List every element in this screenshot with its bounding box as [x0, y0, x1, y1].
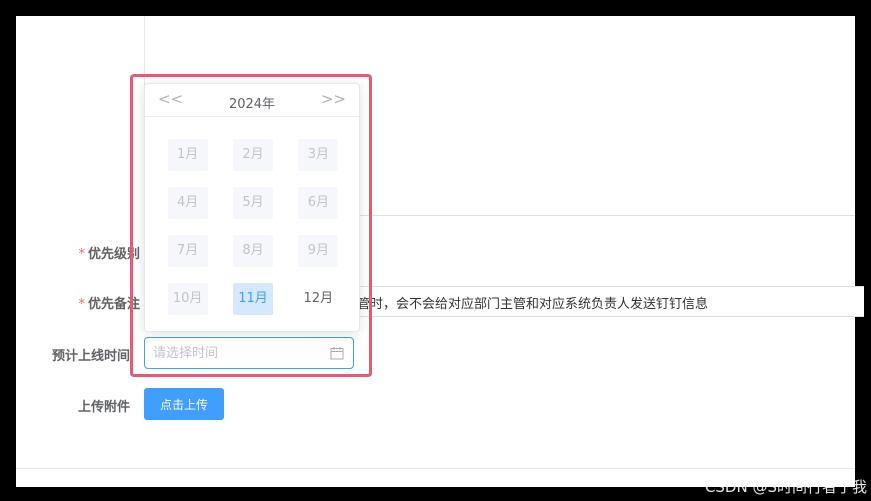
month-cell[interactable]: 3月 [286, 139, 351, 171]
month-cell[interactable]: 7月 [155, 235, 220, 267]
priority-label: * 优先级别 [78, 247, 140, 262]
month-cell[interactable]: 6月 [286, 187, 351, 219]
calendar-icon[interactable] [330, 346, 344, 360]
required-mark: * [78, 247, 85, 262]
month-picker-panel: << 2024年 >> 1月 2月 3月 4月 5月 6月 7月 8月 9月 1… [144, 83, 360, 332]
month-cell[interactable]: 10月 [155, 283, 220, 315]
month-cell[interactable]: 4月 [155, 187, 220, 219]
eta-label: 预计上线时间 [51, 349, 130, 364]
watermark-text: CSDN @S时间行者于我 [704, 478, 867, 496]
form-page [16, 16, 855, 468]
month-cell[interactable]: 11月 [220, 283, 285, 315]
month-cell[interactable]: 12月 [286, 283, 351, 315]
eta-date-input[interactable] [144, 337, 354, 369]
upload-button[interactable]: 点击上传 [144, 388, 224, 420]
priority-note-value: 主管时，会不会给对应部门主管和对应系统负责人发送钉钉信息 [344, 297, 709, 312]
month-cell[interactable]: 1月 [155, 139, 220, 171]
attachment-label: 上传附件 [77, 400, 130, 415]
required-mark: * [78, 297, 85, 312]
month-cell[interactable]: 9月 [286, 235, 351, 267]
month-grid: 1月 2月 3月 4月 5月 6月 7月 8月 9月 10月 11月 12月 [155, 139, 351, 315]
month-cell[interactable]: 2月 [220, 139, 285, 171]
next-year-button[interactable]: >> [321, 90, 346, 108]
picker-header: << 2024年 >> [145, 84, 359, 117]
priority-note-label: * 优先备注 [78, 297, 140, 312]
month-cell[interactable]: 8月 [220, 235, 285, 267]
eta-input-field[interactable] [153, 344, 323, 362]
month-cell[interactable]: 5月 [220, 187, 285, 219]
